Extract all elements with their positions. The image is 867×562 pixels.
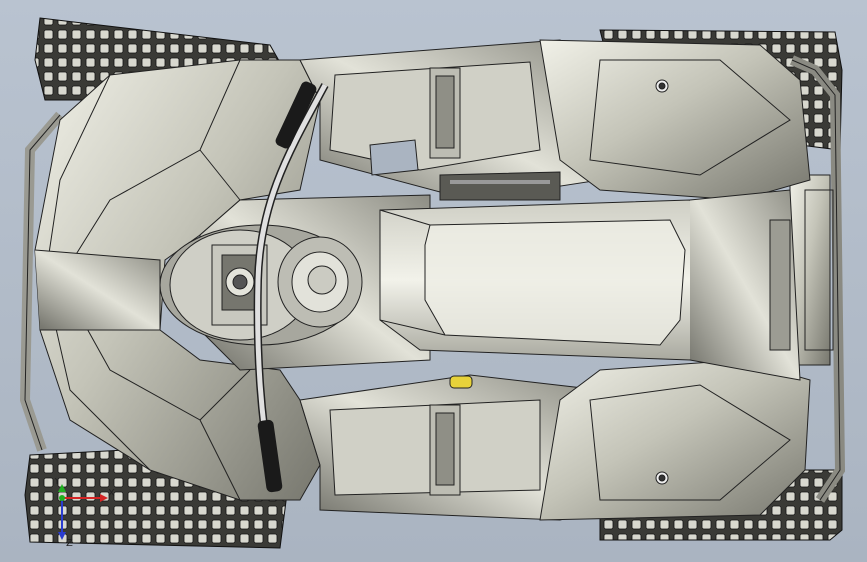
y-axis-label: Y xyxy=(53,478,61,487)
yellow-fuel-cap xyxy=(449,375,473,389)
atv-3d-model[interactable] xyxy=(0,0,867,562)
x-axis-label: X xyxy=(108,488,115,499)
z-axis-label: Z xyxy=(66,538,73,548)
cad-viewport[interactable]: X Y Z xyxy=(0,0,867,562)
coordinate-triad: X Y Z xyxy=(53,478,115,548)
atv-body xyxy=(34,39,811,521)
